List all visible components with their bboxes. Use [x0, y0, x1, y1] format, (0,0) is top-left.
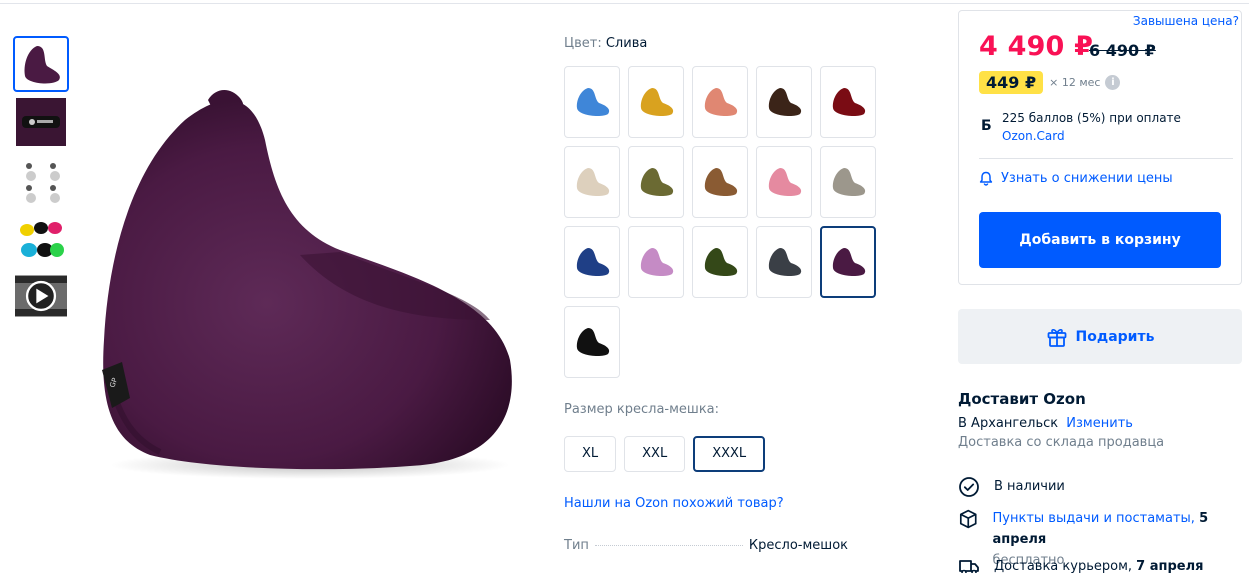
- delivery-city-row: В Архангельск Изменить: [958, 416, 1248, 431]
- size-option-xxxl[interactable]: XXXL: [693, 436, 766, 472]
- thumbnail-label-image: [16, 98, 66, 146]
- beanbag-swatch-icon: [640, 88, 674, 116]
- installment-badge[interactable]: 449 ₽: [979, 71, 1044, 94]
- thumbnail-list: [13, 36, 69, 326]
- beanbag-swatch-icon: [640, 168, 674, 196]
- thumbnail-3[interactable]: [13, 152, 69, 208]
- beanbag-swatch-icon: [576, 168, 610, 196]
- beanbag-swatch-icon: [768, 88, 802, 116]
- in-stock-row: В наличии: [958, 476, 1065, 498]
- spec-row-type: Тип Кресло-мешок: [564, 538, 848, 553]
- size-option-xxl[interactable]: XXL: [624, 436, 686, 472]
- color-swatch-pink[interactable]: [756, 146, 812, 218]
- courier-label: Доставка курьером,: [994, 559, 1133, 573]
- truck-icon: [959, 560, 979, 573]
- thumbnail-sizes-image: [17, 156, 65, 204]
- courier-text: Доставка курьером, 7 апреля: [994, 556, 1203, 573]
- product-main-image[interactable]: GP: [90, 80, 530, 490]
- bonus-text: 225 баллов (5%) при оплате Ozon.Card: [1002, 109, 1202, 145]
- bonus-icon: Б: [981, 118, 992, 134]
- color-label: Цвет:: [564, 36, 602, 51]
- color-swatch-grey[interactable]: [820, 146, 876, 218]
- beanbag-swatch-icon: [832, 88, 866, 116]
- installment-term: × 12 мес: [1049, 76, 1101, 89]
- spec-value: Кресло-мешок: [748, 538, 848, 553]
- spec-key: Тип: [564, 538, 589, 553]
- variant-panel: Цвет: Слива Размер кресла-мешка: XL XXL …: [564, 36, 944, 553]
- add-to-cart-button[interactable]: Добавить в корзину: [979, 212, 1221, 268]
- ozon-card-link[interactable]: Ozon.Card: [1002, 129, 1065, 143]
- delivery-source: Доставка со склада продавца: [958, 435, 1165, 450]
- color-swatch-olive[interactable]: [628, 146, 684, 218]
- delivery-title: Доставит Ozon: [958, 390, 1086, 408]
- beanbag-swatch-icon: [768, 248, 802, 276]
- thumbnail-colors-image: [17, 214, 65, 262]
- old-price: 6 490 ₽: [1089, 41, 1156, 60]
- price-card: Завышена цена? 4 490 ₽ 6 490 ₽ 449 ₽ × 1…: [958, 10, 1242, 285]
- beanbag-swatch-icon: [704, 168, 738, 196]
- color-swatch-blue[interactable]: [564, 66, 620, 138]
- thumbnail-1[interactable]: [13, 36, 69, 92]
- top-divider: [0, 3, 1249, 4]
- color-swatch-black[interactable]: [564, 306, 620, 378]
- beanbag-swatch-icon: [832, 248, 866, 276]
- gift-label: Подарить: [1075, 328, 1155, 345]
- current-price: 4 490 ₽: [979, 31, 1094, 62]
- beanbag-swatch-icon: [576, 88, 610, 116]
- beanbag-swatch-icon: [640, 248, 674, 276]
- beanbag-swatch-icon: [768, 168, 802, 196]
- gift-button[interactable]: Подарить: [958, 309, 1242, 364]
- pickup-link[interactable]: Пункты выдачи и постаматы,: [993, 511, 1195, 526]
- thumbnail-video[interactable]: [13, 268, 69, 324]
- video-play-icon: [15, 270, 67, 322]
- color-swatch-grid: [564, 66, 884, 386]
- color-swatch-graphite[interactable]: [756, 226, 812, 298]
- beanbag-swatch-icon: [576, 248, 610, 276]
- beanbag-swatch-icon: [704, 248, 738, 276]
- card-divider: [979, 158, 1233, 159]
- installment-row: 449 ₽ × 12 мес i: [979, 71, 1121, 94]
- size-option-xl[interactable]: XL: [564, 436, 617, 472]
- color-label-row: Цвет: Слива: [564, 36, 944, 54]
- change-city-link[interactable]: Изменить: [1066, 416, 1133, 431]
- color-swatch-navy[interactable]: [564, 226, 620, 298]
- thumbnail-beanbag-image: [24, 46, 60, 84]
- spec-dots: [594, 545, 743, 546]
- price-complaint-link[interactable]: Завышена цена?: [1133, 14, 1239, 28]
- info-icon[interactable]: i: [1105, 75, 1121, 90]
- color-value: Слива: [605, 36, 648, 51]
- bonus-row: Б 225 баллов (5%) при оплате Ozon.Card: [981, 109, 1202, 145]
- beanbag-swatch-icon: [704, 88, 738, 116]
- similar-product-link[interactable]: Нашли на Ozon похожий товар?: [564, 496, 784, 511]
- color-swatch-plum[interactable]: [820, 226, 876, 298]
- color-swatch-brown-dark[interactable]: [756, 66, 812, 138]
- beanbag-swatch-icon: [832, 168, 866, 196]
- color-swatch-lilac[interactable]: [628, 226, 684, 298]
- color-swatch-beige[interactable]: [564, 146, 620, 218]
- size-options: XL XXL XXXL: [564, 436, 773, 472]
- color-swatch-mustard[interactable]: [628, 66, 684, 138]
- color-swatch-coral[interactable]: [692, 66, 748, 138]
- color-swatch-dark-green[interactable]: [692, 226, 748, 298]
- delivery-section: Доставит Ozon В Архангельск Изменить Дос…: [958, 390, 1248, 573]
- in-stock-text: В наличии: [994, 479, 1065, 494]
- notify-label: Узнать о снижении цены: [1001, 171, 1173, 186]
- bonus-description: 225 баллов (5%) при оплате: [1002, 111, 1181, 125]
- price-drop-notify[interactable]: Узнать о снижении цены: [979, 171, 1173, 186]
- check-circle-icon: [959, 477, 979, 497]
- courier-row: Доставка курьером, 7 апреля: [958, 556, 1203, 573]
- courier-date: 7 апреля: [1136, 559, 1204, 573]
- thumbnail-2[interactable]: [13, 94, 69, 150]
- beanbag-swatch-icon: [576, 328, 610, 356]
- size-label: Размер кресла-мешка:: [564, 402, 720, 417]
- gift-icon: [1047, 328, 1066, 347]
- bell-icon: [979, 171, 993, 186]
- color-swatch-brown[interactable]: [692, 146, 748, 218]
- thumbnail-4[interactable]: [13, 210, 69, 266]
- delivery-city: В Архангельск: [958, 416, 1059, 431]
- color-swatch-burgundy[interactable]: [820, 66, 876, 138]
- box-icon: [959, 509, 977, 529]
